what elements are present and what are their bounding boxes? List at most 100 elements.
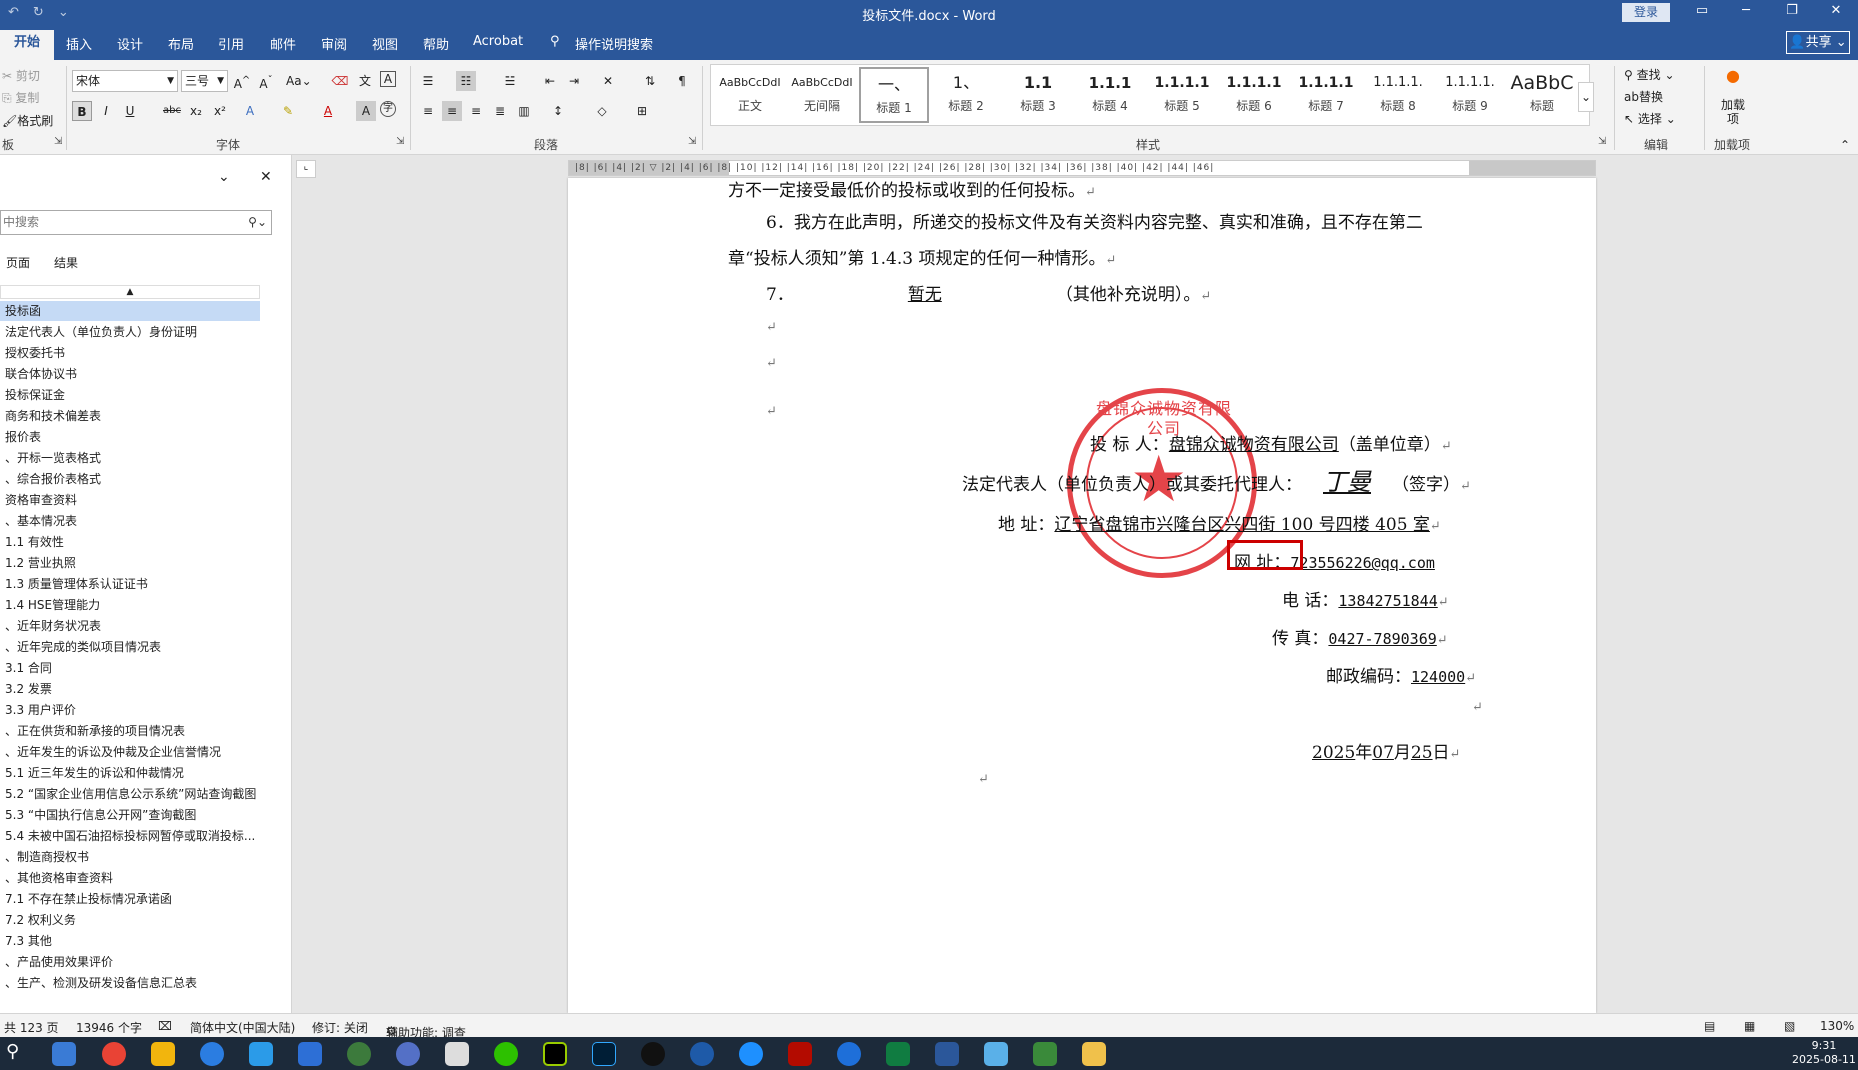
file-explorer-icon[interactable] [1082,1042,1106,1066]
tab-review[interactable]: 审阅 [321,34,347,53]
superscript-button[interactable]: x² [210,101,230,121]
app-icon[interactable] [739,1042,763,1066]
find-button[interactable]: ⚲ 查找 ⌄ [1624,66,1675,83]
nav-heading-item[interactable]: 、产品使用效果评价 [0,952,260,972]
document-page[interactable]: 方不一定接受最低价的投标或收到的任何投标。↵ 6．我方在此声明，所递交的投标文件… [568,178,1596,1013]
replace-button[interactable]: ab替换 [1624,88,1663,105]
nav-heading-item[interactable]: 5.3 “中国执行信息公开网”查询截图 [0,805,260,825]
tab-selector[interactable]: ⌞ [296,160,316,178]
tell-me-search[interactable]: 操作说明搜索 [575,34,653,53]
track-changes-status[interactable]: 修订: 关闭 [312,1019,368,1036]
font-size-select[interactable]: 三号 ▼ [181,70,228,92]
multilevel-list-icon[interactable]: ☱ [500,71,520,91]
collapse-ribbon-icon[interactable]: ⌃ [1840,138,1850,152]
style-item[interactable]: 一、 标题 1 [859,67,929,123]
nav-tab-pages[interactable]: 页面 [6,254,30,271]
tab-insert[interactable]: 插入 [66,34,92,53]
sort-icon[interactable]: ⇅ [640,71,660,91]
bold-button[interactable]: B [72,101,92,121]
char-border-icon[interactable]: A [380,71,396,87]
tab-references[interactable]: 引用 [218,34,244,53]
style-item[interactable]: 1.1.1.1 标题 7 [1291,67,1361,123]
chinese-layout-icon[interactable]: ✕ [598,71,618,91]
collapse-all-icon[interactable]: ▲ [0,285,260,299]
format-painter-button[interactable]: 🖌格式刷 [2,112,53,129]
nav-close-icon[interactable]: ✕ [260,169,272,185]
phonetic-guide-icon[interactable]: 文 [355,71,375,91]
app-icon[interactable] [396,1042,420,1066]
language-status[interactable]: 简体中文(中国大陆) [190,1019,295,1036]
font-launcher-icon[interactable]: ⇲ [396,136,404,147]
nav-heading-item[interactable]: 3.2 发票 [0,679,260,699]
horizontal-ruler[interactable]: |8| |6| |4| |2| ▽ |2| |4| |6| |8| |10| |… [568,160,1596,176]
app-icon[interactable] [298,1042,322,1066]
tab-mailings[interactable]: 邮件 [270,34,296,53]
app-icon[interactable] [200,1042,224,1066]
zoom-level[interactable]: 130% [1820,1019,1854,1033]
nav-heading-item[interactable]: 5.4 未被中国石油招标投标网暂停或取消投标... [0,826,260,846]
cut-button[interactable]: ✂ 剪切 [2,67,40,84]
style-item[interactable]: AaBbCcDdI 正文 [715,67,785,123]
nav-search-input[interactable]: 中搜索 ⚲⌄ [0,210,272,235]
nav-heading-item[interactable]: 1.2 营业执照 [0,553,260,573]
proofing-icon[interactable]: ⌧ [158,1019,172,1033]
app-icon[interactable] [249,1042,273,1066]
nav-heading-item[interactable]: 联合体协议书 [0,364,260,384]
nav-heading-item[interactable]: 、其他资格审查资料 [0,868,260,888]
paragraph-launcher-icon[interactable]: ⇲ [688,136,696,147]
acrobat-icon[interactable] [788,1042,812,1066]
addins-button[interactable]: 加载项 [1718,98,1748,126]
style-item[interactable]: 1.1.1.1. 标题 8 [1363,67,1433,123]
highlight-icon[interactable]: ✎ [278,101,298,121]
app-icon[interactable] [690,1042,714,1066]
nav-heading-item[interactable]: 、正在供货和新承接的项目情况表 [0,721,260,741]
align-center-icon[interactable]: ≡ [442,101,462,121]
style-item[interactable]: 1.1.1.1. 标题 9 [1435,67,1505,123]
nav-heading-item[interactable]: 3.3 用户评价 [0,700,260,720]
tab-layout[interactable]: 布局 [168,34,194,53]
nav-heading-item[interactable]: 5.2 “国家企业信用信息公示系统”网站查询截图 [0,784,260,804]
borders-icon[interactable]: ⊞ [632,101,652,121]
nav-heading-item[interactable]: 法定代表人（单位负责人）身份证明 [0,322,260,342]
bullets-icon[interactable]: ☰ [418,71,438,91]
system-clock[interactable]: 9:31 2025-08-11 [1792,1039,1856,1067]
maximize-icon[interactable]: ❐ [1782,3,1802,18]
styles-launcher-icon[interactable]: ⇲ [1598,136,1606,147]
nav-heading-item[interactable]: 、近年完成的类似项目情况表 [0,637,260,657]
strikethrough-button[interactable]: abc [162,101,182,121]
nav-heading-item[interactable]: 、生产、检测及研发设备信息汇总表 [0,973,260,993]
nav-tab-results[interactable]: 结果 [54,254,78,271]
align-right-icon[interactable]: ≡ [466,101,486,121]
style-item[interactable]: 1.1.1 标题 4 [1075,67,1145,123]
line-spacing-icon[interactable]: ↕ [548,101,568,121]
share-button[interactable]: 👤共享 ⌄ [1786,31,1850,54]
nav-heading-item[interactable]: 1.1 有效性 [0,532,260,552]
font-color-icon[interactable]: A [318,101,338,121]
change-case-icon[interactable]: Aa⌄ [286,71,312,91]
nav-heading-item[interactable]: 3.1 合同 [0,658,260,678]
styles-more-icon[interactable]: ⌄ [1578,82,1594,112]
style-item[interactable]: AaBbCcDdI 无间隔 [787,67,857,123]
nav-heading-item[interactable]: 资格审查资料 [0,490,260,510]
word-count[interactable]: 13946 个字 [76,1019,142,1036]
nav-heading-item[interactable]: 、基本情况表 [0,511,260,531]
enclose-char-icon[interactable]: 字 [380,101,396,117]
italic-button[interactable]: I [96,101,116,121]
shrink-font-icon[interactable]: Aˇ [256,71,276,91]
nav-heading-item[interactable]: 、近年发生的诉讼及仲裁及企业信誉情况 [0,742,260,762]
clipboard-launcher-icon[interactable]: ⇲ [54,136,62,147]
justify-icon[interactable]: ≣ [490,101,510,121]
grow-font-icon[interactable]: A^ [232,71,252,91]
select-button[interactable]: ↖ 选择 ⌄ [1624,110,1676,127]
search-icon[interactable]: ⚲⌄ [248,211,267,234]
photos-icon[interactable] [151,1042,175,1066]
chrome-icon[interactable] [102,1042,126,1066]
nav-heading-item[interactable]: 1.4 HSE管理能力 [0,595,260,615]
web-layout-icon[interactable]: ▧ [1784,1019,1795,1033]
nav-heading-item[interactable]: 1.3 质量管理体系认证证书 [0,574,260,594]
numbering-icon[interactable]: ☷ [456,71,476,91]
nav-heading-item[interactable]: 7.1 不存在禁止投标情况承诺函 [0,889,260,909]
app-icon[interactable] [984,1042,1008,1066]
text-effects-icon[interactable]: A [240,101,260,121]
nav-heading-item[interactable]: 授权委托书 [0,343,260,363]
